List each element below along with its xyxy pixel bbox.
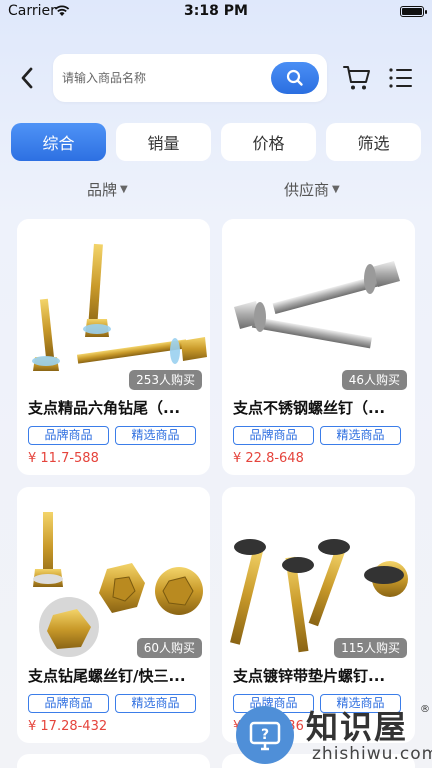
sales-count-badge: 60人购买 [136, 638, 202, 658]
tab-filter[interactable]: 筛选 [326, 123, 421, 161]
product-image [17, 487, 210, 661]
tag-row: 品牌商品 精选商品 [233, 426, 401, 445]
brand-tag: 品牌商品 [28, 694, 109, 713]
product-title: 支点精品六角钻尾（... [28, 399, 181, 417]
back-icon [21, 67, 33, 89]
cart-button[interactable] [342, 63, 372, 93]
filter-brand-label: 品牌 [87, 180, 118, 199]
watermark-title: 知识屋 [306, 708, 409, 746]
sales-count-badge: 46人购买 [341, 370, 407, 390]
product-price: ¥ 11.7-588 [28, 451, 99, 466]
battery-icon [400, 6, 427, 17]
menu-button[interactable] [388, 65, 414, 91]
svg-text:?: ? [261, 727, 269, 743]
product-card[interactable]: 46人购买 支点不锈钢螺丝钉（... 品牌商品 精选商品 ¥ 22.8-648 [222, 219, 415, 475]
product-image [17, 219, 210, 393]
search-box [53, 54, 327, 102]
sales-count-badge: 253人购买 [129, 370, 202, 390]
watermark-logo-icon: ? [236, 706, 294, 764]
filter-supplier-label: 供应商 [284, 180, 330, 199]
cart-icon [343, 66, 370, 90]
tab-sales[interactable]: 销量 [116, 123, 211, 161]
watermark-registered: ® [420, 704, 430, 715]
back-button[interactable] [14, 62, 40, 94]
brand-tag: 品牌商品 [28, 426, 109, 445]
product-title: 支点镀锌带垫片螺钉... [233, 667, 386, 685]
watermark-url: zhishiwu.com [312, 744, 432, 764]
search-icon [286, 69, 303, 86]
brand-tag: 品牌商品 [233, 426, 314, 445]
product-price: ¥ 17.28-432 [28, 719, 108, 734]
tag-row: 品牌商品 精选商品 [28, 426, 196, 445]
search-input[interactable] [62, 54, 262, 102]
tab-price[interactable]: 价格 [221, 123, 316, 161]
filter-supplier[interactable]: 供应商 ▼ [284, 178, 340, 200]
tag-row: 品牌商品 精选商品 [28, 694, 196, 713]
product-image [222, 219, 415, 393]
search-button[interactable] [271, 62, 319, 94]
product-card-partial[interactable] [17, 754, 210, 768]
status-bar: Carrier 3:18 PM [0, 0, 432, 24]
featured-tag: 精选商品 [115, 694, 196, 713]
featured-tag: 精选商品 [320, 426, 401, 445]
caret-down-icon: ▼ [120, 183, 128, 195]
product-title: 支点不锈钢螺丝钉（... [233, 399, 386, 417]
product-card[interactable]: 253人购买 支点精品六角钻尾（... 品牌商品 精选商品 ¥ 11.7-588 [17, 219, 210, 475]
product-card[interactable]: 60人购买 支点钻尾螺丝钉/快三... 品牌商品 精选商品 ¥ 17.28-43… [17, 487, 210, 743]
tab-comprehensive[interactable]: 综合 [11, 123, 106, 161]
caret-down-icon: ▼ [332, 183, 340, 195]
featured-tag: 精选商品 [115, 426, 196, 445]
menu-icon [389, 68, 412, 88]
watermark: ? 知识屋 ® zhishiwu.com [234, 700, 432, 768]
product-title: 支点钻尾螺丝钉/快三... [28, 667, 186, 685]
sales-count-badge: 115人购买 [334, 638, 407, 658]
status-time: 3:18 PM [184, 3, 248, 19]
product-price: ¥ 22.8-648 [233, 451, 304, 466]
product-image [222, 487, 415, 661]
filter-brand[interactable]: 品牌 ▼ [87, 178, 128, 200]
